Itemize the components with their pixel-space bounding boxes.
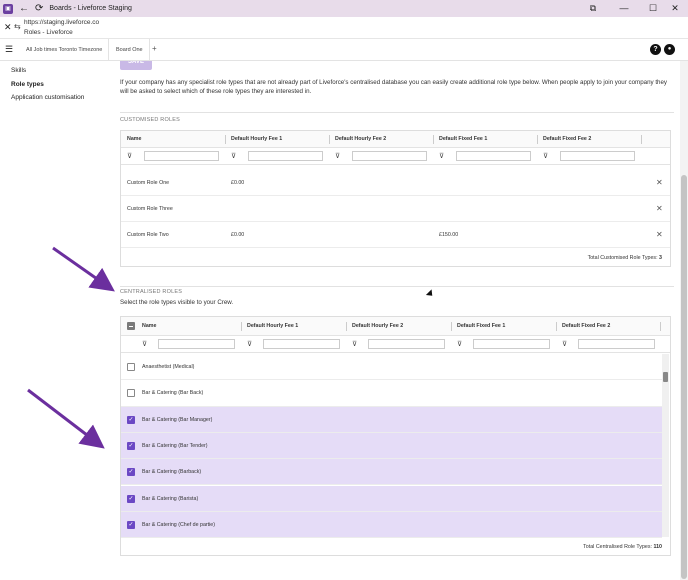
annotation-arrows xyxy=(27,246,115,449)
annotation-arrow xyxy=(52,246,115,292)
annotation-arrow xyxy=(27,388,105,449)
